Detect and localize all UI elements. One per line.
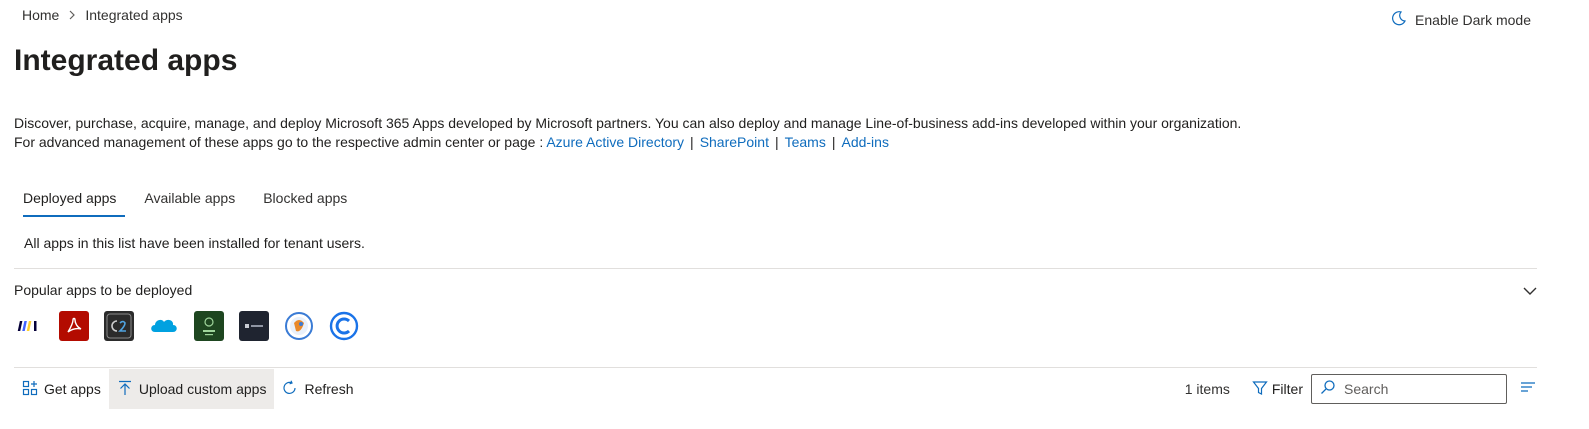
description-line-1: Discover, purchase, acquire, manage, and…: [14, 115, 1242, 131]
miro-icon[interactable]: [14, 311, 44, 341]
link-add-ins[interactable]: Add-ins: [841, 134, 888, 150]
link-azure-active-directory[interactable]: Azure Active Directory: [546, 134, 684, 150]
moon-icon: [1391, 10, 1407, 29]
refresh-button[interactable]: Refresh: [274, 369, 361, 409]
upload-arrow-icon: [117, 380, 133, 399]
refresh-label: Refresh: [304, 381, 354, 397]
get-apps-label: Get apps: [44, 381, 101, 397]
item-count: 1 items: [1184, 381, 1230, 397]
link-teams[interactable]: Teams: [785, 134, 826, 150]
popular-apps-title: Popular apps to be deployed: [14, 282, 193, 298]
tab-bar: Deployed apps Available apps Blocked app…: [14, 184, 366, 217]
salesforce-icon[interactable]: [149, 311, 179, 341]
list-view-options-button[interactable]: [1519, 379, 1537, 400]
toolbar-right: 1 items Filter: [1185, 369, 1537, 409]
c2-icon[interactable]: [104, 311, 134, 341]
divider: [14, 367, 1537, 368]
link-separator: |: [690, 134, 694, 150]
upload-custom-apps-button[interactable]: Upload custom apps: [108, 369, 275, 409]
breadcrumb-current: Integrated apps: [85, 7, 183, 23]
chevron-right-icon: [67, 10, 77, 20]
search-box[interactable]: [1311, 374, 1507, 404]
list-view-icon: [1519, 379, 1537, 400]
link-sharepoint[interactable]: SharePoint: [700, 134, 769, 150]
link-separator: |: [831, 134, 836, 150]
search-input[interactable]: [1344, 381, 1494, 397]
tab-available-apps[interactable]: Available apps: [135, 184, 244, 217]
description-line-2: For advanced management of these apps go…: [14, 133, 1241, 152]
dark-mode-label: Enable Dark mode: [1415, 11, 1531, 28]
breadcrumb: Home Integrated apps: [22, 7, 183, 23]
tab-blocked-apps[interactable]: Blocked apps: [254, 184, 356, 217]
divider: [14, 268, 1537, 269]
search-icon: [1320, 379, 1336, 400]
filter-button[interactable]: Filter: [1252, 380, 1303, 399]
command-bar: Get apps Upload custom apps Refresh 1 it…: [14, 369, 1537, 409]
get-apps-button[interactable]: Get apps: [14, 369, 109, 409]
flamingo-icon[interactable]: [194, 311, 224, 341]
dark-app-icon[interactable]: [239, 311, 269, 341]
breadcrumb-home[interactable]: Home: [22, 7, 59, 23]
tab-description: All apps in this list have been installe…: [24, 235, 365, 251]
blue-c-icon[interactable]: [329, 311, 359, 341]
refresh-icon: [282, 380, 298, 399]
page-title: Integrated apps: [14, 44, 238, 77]
tab-deployed-apps[interactable]: Deployed apps: [14, 184, 126, 217]
page-description: Discover, purchase, acquire, manage, and…: [14, 114, 1241, 152]
popular-apps-list: [14, 311, 359, 341]
filter-label: Filter: [1271, 381, 1303, 397]
description-prefix: For advanced management of these apps go…: [14, 134, 547, 150]
adobe-acrobat-icon[interactable]: [59, 311, 89, 341]
grid-add-icon: [22, 380, 38, 399]
link-separator: |: [774, 134, 779, 150]
filter-icon: [1252, 380, 1268, 399]
dark-mode-toggle[interactable]: Enable Dark mode: [1391, 10, 1531, 29]
chevron-down-icon[interactable]: [1522, 283, 1538, 304]
globe-app-icon[interactable]: [284, 311, 314, 341]
upload-label: Upload custom apps: [138, 381, 267, 397]
